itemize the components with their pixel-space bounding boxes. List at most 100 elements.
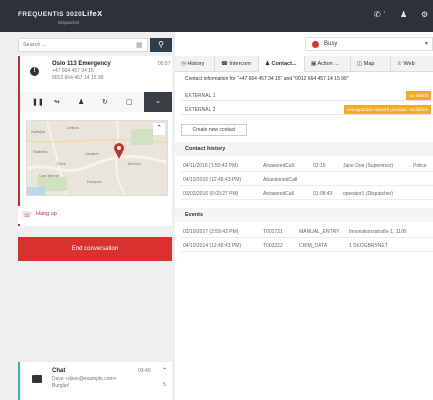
- table-cell: 01:08:43: [313, 191, 333, 197]
- chat-card[interactable]: Chat Dave <dave@example.com> Burglar! 03…: [18, 362, 172, 400]
- call-number: +47 664 457 34 15: [52, 68, 94, 74]
- chat-sender: Dave <dave@example.com>: [52, 376, 117, 382]
- clock-icon: ◷: [181, 61, 186, 67]
- details-panel: Busy ▼ ◷ History ☎ Intercom ♟ Contact...…: [175, 32, 433, 400]
- phone-status-icon[interactable]: ✆: [374, 10, 381, 19]
- contact-info-heading: Contact information for "+47 664 457 34 …: [185, 76, 349, 82]
- table-row[interactable]: 03/10/2017 (2:59:43 PM) T001721 MANUAL_E…: [181, 226, 433, 238]
- create-contact-button[interactable]: Create new contact: [181, 124, 247, 136]
- external-source-row: EXTERNAL 1 no match: [181, 90, 433, 101]
- chat-unread-count: 5: [163, 382, 166, 388]
- tab-action-label: Action ...: [317, 61, 339, 67]
- external-source-row: EXTERNAL 2 unsupported network provider:…: [181, 104, 433, 115]
- table-cell: operator1 (Dispatcher): [343, 191, 394, 197]
- table-cell: Jane Doe (Supervisor): [343, 163, 394, 169]
- map-label: Carl Berner: [39, 173, 60, 178]
- external-source-label: EXTERNAL 2: [185, 107, 216, 113]
- hang-up-label: Hang up: [36, 211, 57, 217]
- chat-message: Burglar!: [52, 383, 70, 389]
- map-label: Torshov: [127, 161, 142, 166]
- tab-action[interactable]: ▦ Action ...: [305, 56, 351, 72]
- chat-bubble-icon: [32, 375, 42, 383]
- table-cell: MANUAL_ENTRY: [299, 229, 340, 235]
- search-icon: ⚲: [158, 40, 164, 49]
- table-row[interactable]: 04/10/2016 (12:48:43 PM) AbandonedCall: [181, 174, 433, 186]
- dialpad-icon[interactable]: ▦: [136, 41, 143, 49]
- call-number-alt: 0012 664 457 14 15 99: [52, 75, 104, 81]
- forward-icon[interactable]: ↻: [102, 98, 108, 106]
- contact-history-header: Contact history: [175, 142, 433, 156]
- chevron-down-icon: ▼: [424, 41, 429, 47]
- tab-contact[interactable]: ♟ Contact...: [259, 56, 305, 72]
- caller-location-map[interactable]: Saltsjöb. Lefkus Stabekk Grini Lysaker C…: [26, 120, 168, 196]
- contact-person-icon: ♟: [265, 61, 270, 67]
- headset-icon: ☎: [221, 61, 228, 67]
- table-cell: T003222: [263, 243, 283, 249]
- conversation-panel: ▦ ⚲ ! Oslo 113 Emergency +47 664 457 34 …: [0, 32, 175, 400]
- map-icon: ◫: [357, 61, 363, 67]
- chat-time: 03:40: [138, 368, 151, 374]
- tab-web[interactable]: ☉ Web: [391, 56, 433, 72]
- map-label: Lysaker: [85, 151, 99, 156]
- tab-contact-label: Contact...: [271, 61, 297, 67]
- map-collapse-chevron-icon[interactable]: ⌃: [153, 123, 165, 135]
- note-icon[interactable]: ▢: [126, 98, 133, 106]
- table-cell: 04/10/2016 (12:48:43 PM): [183, 177, 242, 183]
- map-label: Saltsjöb.: [31, 129, 47, 134]
- active-call-card[interactable]: ! Oslo 113 Emergency +47 664 457 34 15 0…: [18, 56, 172, 226]
- table-row[interactable]: 04/11/2016 (1:50:43 PM) AnsweredCall 02:…: [181, 160, 433, 172]
- brand-logo: FREQUENTIS 3020LifeX: [18, 9, 103, 18]
- table-cell: T001721: [263, 229, 283, 235]
- status-dropdown[interactable]: Busy ▼: [305, 37, 433, 51]
- tab-intercom[interactable]: ☎ Intercom: [215, 56, 259, 72]
- user-icon[interactable]: ♟: [400, 10, 407, 19]
- hang-up-phone-icon: ☏: [22, 210, 33, 219]
- match-status-badge: no match: [406, 91, 431, 100]
- table-cell: Innovationsstraße 1, 1100: [349, 229, 407, 235]
- tab-history[interactable]: ◷ History: [175, 56, 215, 72]
- map-label: Lefkus: [67, 125, 79, 130]
- table-cell: 02:15: [313, 163, 326, 169]
- settings-gear-icon[interactable]: ⚙: [421, 10, 428, 19]
- search-box: [18, 38, 148, 52]
- table-cell: 1 SKOGBRYNET: [349, 243, 388, 249]
- transfer-icon[interactable]: ↬: [54, 98, 60, 106]
- call-controls: ❚❚ ↬ ♟ ↻ ▢ ⌄: [20, 92, 172, 112]
- call-title: Oslo 113 Emergency: [52, 61, 111, 67]
- table-cell: CRIM_DATA: [299, 243, 328, 249]
- table-cell: 04/11/2016 (1:50:43 PM): [183, 163, 238, 169]
- top-bar: FREQUENTIS 3020LifeX Dispatcher ✆ 1 ♟ ⚙: [0, 0, 433, 32]
- map-label: Kampen: [87, 179, 102, 184]
- tab-map[interactable]: ◫ Map: [351, 56, 391, 72]
- events-header: Events: [175, 208, 433, 222]
- phone-status-count: 1: [383, 9, 386, 14]
- brand-name-strong: LifeX: [82, 9, 103, 18]
- busy-status-icon: [312, 41, 319, 48]
- table-cell: 04/10/2014 (12:48:43 PM): [183, 243, 242, 249]
- table-cell: AnsweredCall: [263, 191, 294, 197]
- table-row[interactable]: 04/10/2014 (12:48:43 PM) T003222 CRIM_DA…: [181, 240, 433, 252]
- call-duration: 00:57: [158, 61, 171, 67]
- table-cell: 03/03/2016 (6:03:27 PM): [183, 191, 239, 197]
- external-source-label: EXTERNAL 1: [185, 93, 216, 99]
- tab-web-label: Web: [403, 61, 415, 67]
- tab-history-label: History: [187, 61, 205, 67]
- table-cell: Police: [413, 163, 427, 169]
- map-label: Grini: [57, 161, 66, 166]
- conference-icon[interactable]: ♟: [78, 98, 84, 106]
- end-conversation-button[interactable]: End conversation: [18, 237, 172, 261]
- table-cell: 03/10/2017 (2:59:43 PM): [183, 229, 239, 235]
- chat-expand-chevron-icon[interactable]: ⌃: [162, 367, 167, 374]
- table-cell: AnsweredCall: [263, 163, 294, 169]
- table-row[interactable]: 03/03/2016 (6:03:27 PM) AnsweredCall 01:…: [181, 188, 433, 200]
- search-button[interactable]: ⚲: [150, 38, 172, 52]
- map-label: Stabekk: [33, 149, 48, 154]
- events-title: Events: [185, 212, 204, 218]
- status-label: Busy: [324, 41, 338, 47]
- expand-chevron-icon[interactable]: ⌄: [144, 92, 172, 112]
- tab-intercom-label: Intercom: [229, 61, 251, 67]
- pause-icon[interactable]: ❚❚: [32, 98, 44, 106]
- hang-up-button[interactable]: ☏ Hang up: [18, 206, 90, 224]
- search-input[interactable]: [19, 39, 147, 51]
- tab-bar: ◷ History ☎ Intercom ♟ Contact... ▦ Acti…: [175, 56, 433, 72]
